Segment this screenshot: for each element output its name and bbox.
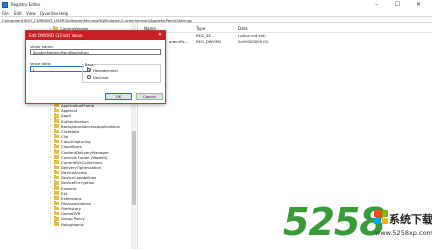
folder-icon: [54, 154, 59, 159]
folder-icon: [54, 128, 59, 134]
expand-arrow-icon[interactable]: ›: [50, 206, 51, 210]
menu-bar: File Edit View Favorites Help: [0, 9, 432, 16]
expand-arrow-icon[interactable]: ›: [50, 139, 51, 143]
folder-icon: [54, 175, 59, 180]
folder-icon: [54, 133, 59, 139]
expand-arrow-icon[interactable]: ›: [50, 124, 51, 128]
folder-icon: [54, 221, 59, 226]
hexadecimal-label[interactable]: Hexadecimal: [93, 68, 118, 73]
expand-arrow-icon[interactable]: ›: [50, 170, 51, 174]
folder-icon: [54, 123, 59, 128]
row-dword-name[interactable]: odernPa...: [169, 39, 188, 44]
expand-arrow-icon[interactable]: ›: [50, 221, 51, 225]
ok-button[interactable]: OK: [105, 93, 132, 100]
dialog-title-bar[interactable]: Edit DWORD (32-bit) Value ✕: [26, 31, 165, 40]
address-bar[interactable]: Computer\HKEY_CURRENT_USER\Software\Micr…: [0, 16, 432, 23]
folder-icon: [54, 211, 59, 216]
folder-icon: [54, 113, 59, 118]
value-data-field[interactable]: [30, 66, 88, 72]
expand-arrow-icon[interactable]: ›: [50, 113, 51, 117]
menu-help[interactable]: Help: [59, 11, 68, 16]
menu-view[interactable]: View: [26, 11, 36, 16]
row-dword-type[interactable]: REG_DWORD: [196, 39, 221, 44]
watermark-number: 5258: [283, 200, 386, 244]
maximize-button[interactable]: ☐: [390, 0, 405, 9]
expand-arrow-icon[interactable]: ›: [50, 196, 51, 200]
watermark-url: www.5258xp.com: [375, 229, 432, 237]
row-default-type[interactable]: REG_SZ: [196, 33, 211, 38]
registry-editor-icon: [2, 1, 8, 8]
expand-arrow-icon[interactable]: ›: [50, 211, 51, 215]
row-default-data[interactable]: (value not set): [238, 33, 266, 38]
base-group: [82, 64, 161, 83]
folder-icon: [54, 206, 59, 211]
menu-file[interactable]: File: [2, 11, 9, 16]
expand-arrow-icon[interactable]: ›: [50, 191, 51, 195]
expand-arrow-icon[interactable]: ›: [50, 165, 51, 169]
menu-favorites[interactable]: Favorites: [40, 11, 58, 16]
dialog-title: Edit DWORD (32-bit) Value: [29, 33, 83, 38]
title-bar: Registry Editor – ☐ ✕: [0, 0, 432, 9]
expand-arrow-icon[interactable]: ›: [50, 180, 51, 184]
expand-arrow-icon[interactable]: ›: [50, 160, 51, 164]
column-header-data[interactable]: Data: [238, 26, 248, 31]
folder-icon: [54, 164, 59, 170]
expand-arrow-icon[interactable]: ›: [50, 155, 51, 159]
decimal-radio[interactable]: [87, 75, 91, 79]
tree-item[interactable]: › Holographic: [50, 221, 130, 226]
folder-icon: [54, 180, 59, 185]
dialog-close-button[interactable]: ✕: [155, 31, 165, 40]
expand-arrow-icon[interactable]: ›: [50, 144, 51, 148]
folder-icon: [54, 118, 59, 123]
folder-icon: [54, 108, 59, 113]
expand-arrow-icon[interactable]: ›: [50, 149, 51, 153]
folder-icon: [54, 139, 59, 144]
decimal-label[interactable]: Decimal: [93, 75, 108, 80]
hexadecimal-radio[interactable]: [87, 68, 91, 72]
expand-arrow-icon[interactable]: ›: [50, 118, 51, 122]
folder-icon: [54, 190, 59, 195]
cancel-button[interactable]: Cancel: [136, 93, 163, 100]
header-divider: [138, 32, 432, 33]
base-label: Base: [84, 61, 95, 67]
column-header-type[interactable]: Type: [196, 26, 205, 31]
expand-arrow-icon[interactable]: ›: [50, 175, 51, 179]
watermark-site-name: 系统下载: [389, 213, 432, 226]
expand-arrow-icon[interactable]: ›: [50, 216, 51, 220]
folder-icon: [54, 195, 59, 200]
tree-item-label: Holographic: [61, 221, 84, 227]
folder-icon: [54, 200, 59, 206]
folder-icon: [54, 144, 59, 149]
folder-icon: [54, 149, 59, 154]
site-watermark: 5258 系统下载 www.5258xp.com: [283, 201, 432, 249]
windows-logo-icon: [374, 210, 388, 224]
value-name-field[interactable]: [30, 49, 161, 55]
expand-arrow-icon[interactable]: ›: [50, 108, 51, 112]
expand-arrow-icon[interactable]: ›: [50, 129, 51, 133]
folder-icon: [54, 103, 59, 108]
folder-icon: [54, 216, 59, 221]
close-button[interactable]: ✕: [411, 0, 426, 9]
expand-arrow-icon[interactable]: ›: [50, 134, 51, 138]
folder-icon: [54, 159, 59, 164]
row-dword-data[interactable]: 0x00000000 (0): [238, 39, 269, 44]
menu-edit[interactable]: Edit: [14, 11, 22, 16]
folder-icon: [54, 170, 59, 175]
expand-arrow-icon[interactable]: ›: [50, 201, 51, 205]
expand-arrow-icon[interactable]: ›: [50, 185, 51, 189]
window-title: Registry Editor: [11, 2, 41, 7]
tree-scrollbar-thumb[interactable]: [131, 131, 136, 205]
minimize-button[interactable]: –: [369, 0, 384, 9]
folder-icon: [54, 185, 59, 190]
edit-dword-dialog: Edit DWORD (32-bit) Value ✕ Value name: …: [25, 30, 166, 104]
